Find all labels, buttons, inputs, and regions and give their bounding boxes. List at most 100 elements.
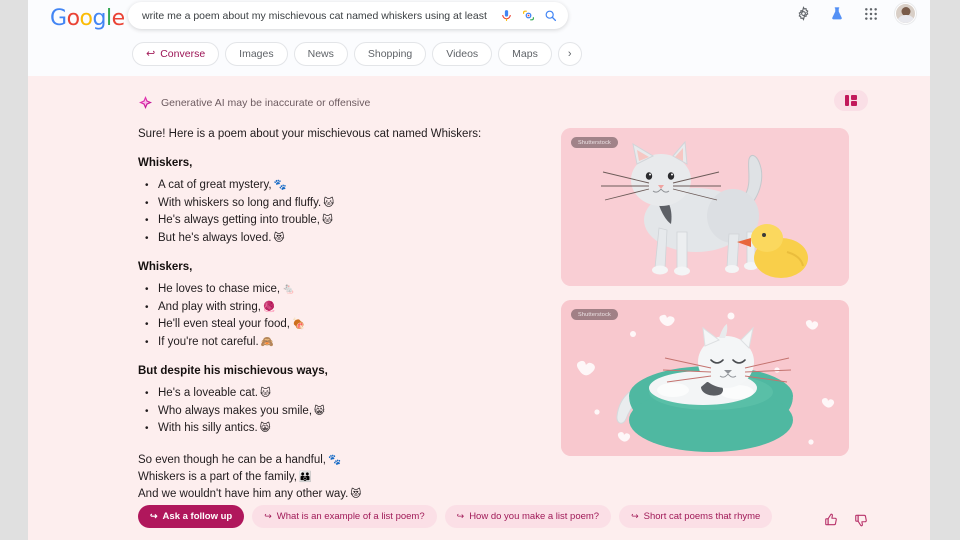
mic-icon[interactable] [496,6,516,26]
nav-chip-maps[interactable]: Maps [498,42,552,66]
nav-chip-label: Shopping [367,48,413,60]
paw-emoji: 🐾 [328,453,342,466]
cat-with-duck-illustration [561,128,849,286]
cat-face-emoji: 🐱 [260,387,271,399]
yarn-emoji: 🧶 [262,300,276,313]
poem-stanza: Whiskers, A cat of great mystery,🐾 With … [138,157,538,247]
poem-line-text: And play with string, [158,300,261,313]
reply-arrow-icon: ↪ [146,47,156,60]
stanza-lines: A cat of great mystery,🐾 With whiskers s… [138,177,538,247]
poem-stanza: But despite his mischievous ways, He's a… [138,365,538,438]
thumbs-up-icon[interactable] [824,513,838,527]
gear-icon[interactable] [793,4,813,24]
poem-outro: So even though he can be a handful, 🐾 Whi… [138,452,538,503]
image-attribution-badge: Shutterstock [571,309,618,320]
cat-face-emoji: 🐱 [322,214,333,226]
followup-chip-short-cat-poems[interactable]: ↪ Short cat poems that rhyme [619,505,773,528]
search-bar[interactable]: write me a poem about my mischievous cat… [128,2,568,29]
nav-chip-label: Maps [512,48,538,60]
apps-grid-icon[interactable] [861,4,881,24]
logo-letter: g [92,6,107,31]
poem-line-text: And we wouldn't have him any other way. [138,487,349,500]
nav-chip-label: › [567,48,572,60]
poem-line: He's always getting into trouble,🐱 [138,212,538,230]
generative-ai-answer-panel: Generative AI may be inaccurate or offen… [28,76,930,540]
search-nav-chips: ↪ Converse Images News Shopping Videos M… [132,42,582,66]
see-no-evil-monkey-emoji: 🙈 [260,335,274,348]
thumbs-down-icon[interactable] [854,513,868,527]
followup-chip-row: ↪ Ask a follow up ↪ What is an example o… [138,505,773,528]
followup-chip-label: Short cat poems that rhyme [643,511,761,522]
family-emoji: 👪 [298,470,312,483]
search-icon[interactable] [540,6,560,26]
poem-stanza: Whiskers, He loves to chase mice,🐁 And p… [138,261,538,351]
poem-intro: Sure! Here is a poem about your mischiev… [138,128,482,140]
ask-a-follow-up-button[interactable]: ↪ Ask a follow up [138,505,245,528]
account-avatar[interactable] [895,3,916,24]
logo-letter: e [111,6,126,31]
reply-arrow-icon: ↪ [264,511,272,521]
logo-letter: o [79,6,93,31]
poem-line: With whiskers so long and fluffy.🐱 [138,195,538,213]
poem-line: So even though he can be a handful, 🐾 [138,452,538,469]
poem-line: But he's always loved.😻 [138,230,538,248]
poem-line: And we wouldn't have him any other way. 😻 [138,486,538,503]
ai-disclaimer: Generative AI may be inaccurate or offen… [138,95,370,110]
search-results-page: Google write me a poem about my mischiev… [28,0,930,540]
nav-chip-shopping[interactable]: Shopping [353,42,427,66]
poem-line-text: With his silly antics. [158,422,258,434]
layout-toggle-icon[interactable] [834,90,868,111]
google-logo[interactable]: Google [50,6,125,31]
search-input[interactable]: write me a poem about my mischievous cat… [142,10,494,22]
poem-line: He'll even steal your food,🍖 [138,316,538,334]
poem-line-text: He's a loveable cat. [158,387,259,399]
page-header: Google write me a poem about my mischiev… [28,0,930,76]
grinning-cat-emoji: 😸 [314,404,325,417]
poem-line: A cat of great mystery,🐾 [138,177,538,195]
meat-emoji: 🍖 [291,318,306,330]
poem-line-text: So even though he can be a handful, [138,453,326,466]
logo-letter: o [66,6,80,31]
grinning-cat-emoji: 😸 [259,422,271,434]
nav-chip-converse[interactable]: ↪ Converse [132,42,220,66]
poem-line: Who always makes you smile,😸 [138,403,538,421]
reply-arrow-icon: ↪ [150,511,158,521]
nav-chip-label: Images [239,48,274,60]
poem-body: Sure! Here is a poem about your mischiev… [138,128,538,503]
followup-chip-make-list-poem[interactable]: ↪ How do you make a list poem? [444,505,612,528]
result-image-cat-with-duck[interactable]: Shutterstock [561,128,849,286]
followup-chip-label: Ask a follow up [162,511,233,522]
nav-chip-more-chevron-right-icon[interactable]: › [557,42,582,66]
poem-line: He's a loveable cat.🐱 [138,385,538,403]
heart-eyes-cat-emoji: 😻 [350,487,362,500]
poem-line: Whiskers is a part of the family, 👪 [138,469,538,486]
google-lens-icon[interactable] [518,6,538,26]
stanza-lines: He's a loveable cat.🐱 Who always makes y… [138,385,538,438]
poem-line-text: He's always getting into trouble, [158,214,321,226]
result-image-column: Shutterstock Shutterstock [561,128,849,456]
nav-chip-label: News [307,48,334,60]
nav-chip-news[interactable]: News [293,42,348,66]
poem-line-text: A cat of great mystery, [158,179,272,191]
poem-line-text: If you're not careful. [158,335,259,348]
logo-letter: G [50,6,67,31]
header-toolbar [793,3,916,24]
poem-line-text: Who always makes you smile, [158,404,313,417]
nav-chip-videos[interactable]: Videos [432,42,493,66]
stanza-lines: He loves to chase mice,🐁 And play with s… [138,281,538,351]
nav-chip-label: Videos [446,48,479,60]
cat-in-pet-bed-illustration [561,300,849,456]
poem-line: With his silly antics.😸 [138,420,538,438]
result-image-cat-in-bed[interactable]: Shutterstock [561,300,849,456]
stanza-title: Whiskers, [138,261,193,273]
heart-eyes-cat-emoji: 😻 [273,231,285,244]
avatar-face [901,6,910,16]
followup-chip-list-poem-example[interactable]: ↪ What is an example of a list poem? [252,505,437,528]
browser-window: Google write me a poem about my mischiev… [0,0,960,540]
poem-line-text: Whiskers is a part of the family, [138,470,297,483]
nav-chip-label: Converse [160,48,206,60]
labs-flask-icon[interactable] [827,4,847,24]
nav-chip-images[interactable]: Images [225,42,288,66]
stanza-title: Whiskers, [138,157,193,169]
sparkle-diamond-icon [138,95,153,110]
